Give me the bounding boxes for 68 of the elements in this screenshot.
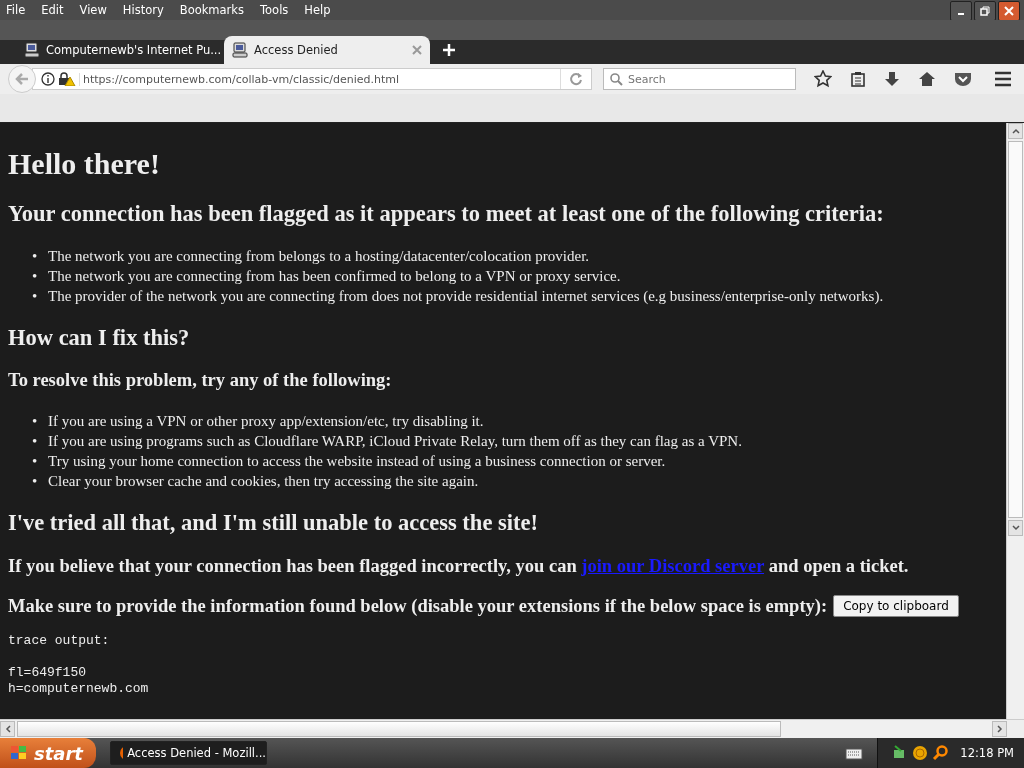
trace-line: h=computernewb.com xyxy=(8,681,150,697)
close-button[interactable] xyxy=(998,1,1020,21)
page-heading: Hello there! xyxy=(8,147,161,181)
download-icon[interactable] xyxy=(884,71,900,87)
section-heading: How can I fix this? xyxy=(8,325,191,351)
list-item: Try using your home connection to access the website instead of using a business connection or server. xyxy=(48,452,666,471)
bullet: • xyxy=(32,412,39,431)
list-item: The network you are connecting from has been confirmed to belong to a VPN or proxy service. xyxy=(48,267,621,286)
section-heading: I've tried all that, and I'm still unable to access the site! xyxy=(8,510,539,536)
copy-button[interactable]: Copy to clipboard xyxy=(833,595,959,617)
start-button[interactable]: start xyxy=(0,738,96,768)
horizontal-scrollbar[interactable] xyxy=(0,719,1024,738)
info-icon xyxy=(41,72,55,86)
menu-item[interactable]: Bookmarks xyxy=(171,3,252,17)
star-icon[interactable] xyxy=(814,70,832,88)
bullet: • xyxy=(32,452,39,471)
browser-tab[interactable]: Access Denied xyxy=(224,36,430,64)
bullet: • xyxy=(32,267,39,286)
paragraph: Make sure to provide the information found below (disable your extensions if the below space is empty): xyxy=(8,595,828,617)
home-icon[interactable] xyxy=(918,71,936,87)
url-text: https://computernewb.com/collab-vm/classic/denied.html xyxy=(79,72,557,86)
computer-icon xyxy=(232,42,248,58)
restore-icon xyxy=(980,6,990,16)
reload-icon xyxy=(569,72,583,86)
close-icon xyxy=(1004,6,1014,16)
lock-warning-icon xyxy=(58,72,76,86)
menu-icon[interactable] xyxy=(994,71,1012,87)
menu-item[interactable]: Edit xyxy=(33,3,72,17)
tab-title: Access Denied xyxy=(254,43,339,57)
minimize-button[interactable] xyxy=(950,1,972,21)
search-icon xyxy=(609,72,623,86)
menu-item[interactable]: Tools xyxy=(252,3,297,17)
bullet: • xyxy=(32,287,39,306)
paragraph: If you believe that your connection has been flagged incorrectly, you can join our Discord server and open a ticket. xyxy=(8,555,910,577)
menu-item[interactable]: View xyxy=(71,3,115,17)
clipboard-icon[interactable] xyxy=(850,71,866,87)
restore-button[interactable] xyxy=(974,1,996,21)
trace-line: fl=649f150 xyxy=(8,665,87,681)
trace-heading: trace output: xyxy=(8,633,111,649)
menu-item[interactable]: File xyxy=(0,3,34,17)
list-item: The provider of the network you are connecting from does not provide residential internet services (e.g business/enterprise-only networks). xyxy=(48,287,884,306)
menu-item[interactable]: History xyxy=(114,3,172,17)
magnifier-icon[interactable] xyxy=(932,745,949,761)
browser-tab[interactable]: Computernewb's Internet Pu... xyxy=(16,36,224,64)
taskbar-button[interactable]: Access Denied - Mozill... xyxy=(110,741,267,765)
search-field[interactable]: Search xyxy=(603,68,796,90)
address-bar[interactable]: https://computernewb.com/collab-vm/classic/denied.html xyxy=(32,68,592,90)
bullet: • xyxy=(32,432,39,451)
pocket-icon[interactable] xyxy=(954,71,972,87)
clock: 12:18 PM xyxy=(960,746,1014,760)
list-item: If you are using a VPN or other proxy app/extension/etc, try disabling it. xyxy=(48,412,484,431)
list-item: If you are using programs such as Cloudflare WARP, iCloud Private Relay, turn them off as they can flag as a VPN. xyxy=(48,432,742,451)
coin-icon[interactable] xyxy=(912,745,929,761)
bullet: • xyxy=(32,247,39,266)
vertical-scrollbar[interactable] xyxy=(1006,123,1024,719)
computer-icon xyxy=(24,42,40,58)
section-heading: Your connection has been flagged as it appears to meet at least one of the following criteria: xyxy=(8,201,885,227)
minimize-icon xyxy=(958,13,964,15)
menu-item[interactable]: Help xyxy=(296,3,339,17)
bullet: • xyxy=(32,472,39,491)
windows-flag-icon xyxy=(10,745,28,761)
sub-heading: To resolve this problem, try any of the following: xyxy=(8,370,393,391)
new-tab-icon[interactable] xyxy=(442,43,456,57)
list-item: Clear your browser cache and cookies, then try accessing the site again. xyxy=(48,472,479,491)
list-item: The network you are connecting from belongs to a hosting/datacenter/colocation provider. xyxy=(48,247,590,266)
keyboard-icon[interactable] xyxy=(845,746,864,760)
back-arrow-icon xyxy=(15,72,29,86)
tab-title: Computernewb's Internet Pu... xyxy=(46,43,222,57)
